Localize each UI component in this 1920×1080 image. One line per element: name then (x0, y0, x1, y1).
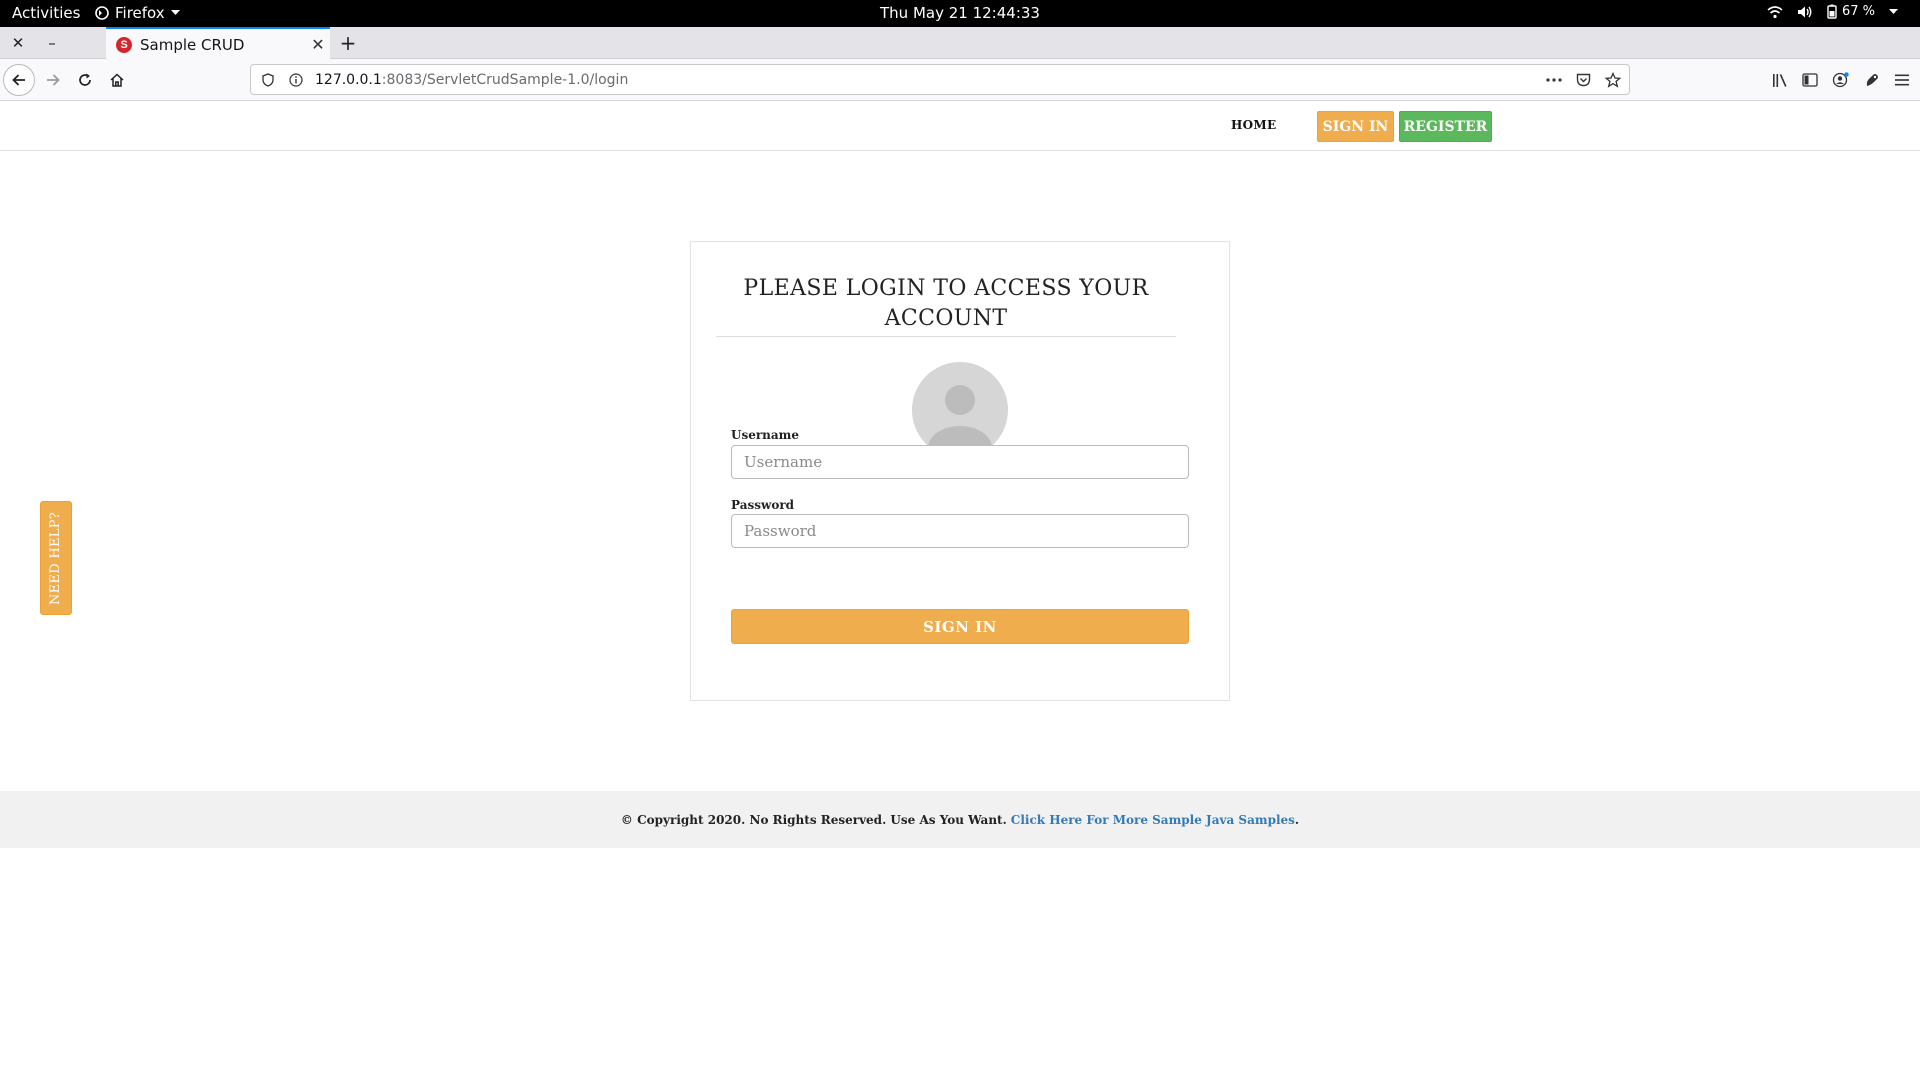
app-menu-label: Firefox (115, 4, 165, 22)
site-navbar: HOME SIGN IN REGISTER (0, 102, 1920, 151)
url-path: :8083/ServletCrudSample-1.0/login (381, 71, 629, 88)
sidebar-icon[interactable] (1802, 73, 1818, 87)
sign-in-submit-button[interactable]: SIGN IN (731, 609, 1189, 644)
arrow-right-icon (47, 74, 60, 86)
shield-icon[interactable] (257, 72, 279, 87)
app-menu[interactable]: Firefox (95, 4, 180, 22)
home-button[interactable] (101, 64, 133, 96)
login-card: PLEASE LOGIN TO ACCESS YOUR ACCOUNT User… (690, 241, 1230, 701)
new-tab-button[interactable]: + (334, 27, 362, 59)
login-heading: PLEASE LOGIN TO ACCESS YOUR ACCOUNT (716, 274, 1176, 337)
window-minimize-button[interactable]: – (38, 27, 66, 59)
firefox-icon (95, 6, 109, 20)
username-label: Username (731, 428, 800, 442)
hamburger-menu-icon[interactable] (1894, 73, 1910, 87)
browser-tab[interactable]: S Sample CRUD ✕ (106, 27, 330, 60)
battery-icon (1827, 4, 1837, 19)
volume-icon (1797, 6, 1812, 17)
battery-indicator: 67 % (1827, 4, 1875, 19)
home-icon (110, 73, 124, 87)
info-icon[interactable] (285, 72, 307, 87)
plus-icon: + (339, 31, 357, 55)
chevron-down-icon (1889, 8, 1898, 14)
extension-icon[interactable] (1864, 72, 1880, 88)
username-input[interactable] (731, 445, 1189, 479)
tab-close-button[interactable]: ✕ (306, 35, 330, 54)
password-label: Password (731, 498, 795, 512)
close-icon: ✕ (11, 34, 25, 52)
window-close-button[interactable]: ✕ (4, 27, 32, 59)
password-input[interactable] (731, 514, 1189, 548)
pocket-icon[interactable] (1576, 73, 1591, 87)
chevron-down-icon (170, 10, 180, 15)
bookmark-star-icon[interactable] (1605, 71, 1621, 88)
toolbar-right (1772, 64, 1920, 96)
footer-samples-link[interactable]: Click Here For More Sample Java Samples (1011, 813, 1295, 827)
library-icon[interactable] (1772, 73, 1788, 88)
battery-percentage: 67 % (1841, 4, 1875, 19)
wifi-icon (1767, 5, 1783, 18)
footer-copyright: © Copyright 2020. No Rights Reserved. Us… (620, 812, 1007, 827)
need-help-label: NEED HELP? (48, 511, 64, 605)
minimize-icon: – (48, 34, 56, 52)
url-host: 127.0.0.1 (315, 71, 382, 88)
nav-sign-in-button[interactable]: SIGN IN (1317, 111, 1394, 142)
more-actions-icon[interactable] (1546, 77, 1562, 82)
tab-title: Sample CRUD (140, 35, 245, 54)
tab-strip: ✕ – S Sample CRUD ✕ + (0, 27, 1920, 60)
need-help-tab[interactable]: NEED HELP? (40, 501, 72, 615)
nav-register-button[interactable]: REGISTER (1399, 111, 1492, 142)
reload-icon (79, 73, 91, 86)
url-text: 127.0.0.1:8083/ServletCrudSample-1.0/log… (315, 72, 628, 88)
reload-button[interactable] (69, 64, 101, 96)
nav-home-link[interactable]: HOME (1231, 118, 1276, 132)
clock[interactable]: Thu May 21 12:44:33 (0, 4, 1920, 22)
account-icon[interactable] (1832, 72, 1850, 88)
site-favicon: S (116, 36, 132, 53)
page-footer: © Copyright 2020. No Rights Reserved. Us… (0, 791, 1920, 848)
forward-button[interactable] (37, 64, 69, 96)
system-top-bar: Activities Firefox Thu May 21 12:44:33 6… (0, 0, 1920, 27)
arrow-left-icon (12, 74, 25, 86)
back-button[interactable] (3, 64, 35, 96)
web-page: HOME SIGN IN REGISTER PLEASE LOGIN TO AC… (0, 102, 1920, 1080)
navigation-toolbar: 127.0.0.1:8083/ServletCrudSample-1.0/log… (0, 59, 1920, 101)
user-avatar-icon (912, 362, 1008, 458)
activities-button[interactable]: Activities (12, 4, 80, 22)
system-tray[interactable]: 67 % (1767, 4, 1898, 19)
address-bar[interactable]: 127.0.0.1:8083/ServletCrudSample-1.0/log… (250, 64, 1630, 95)
footer-period: . (1294, 812, 1300, 827)
